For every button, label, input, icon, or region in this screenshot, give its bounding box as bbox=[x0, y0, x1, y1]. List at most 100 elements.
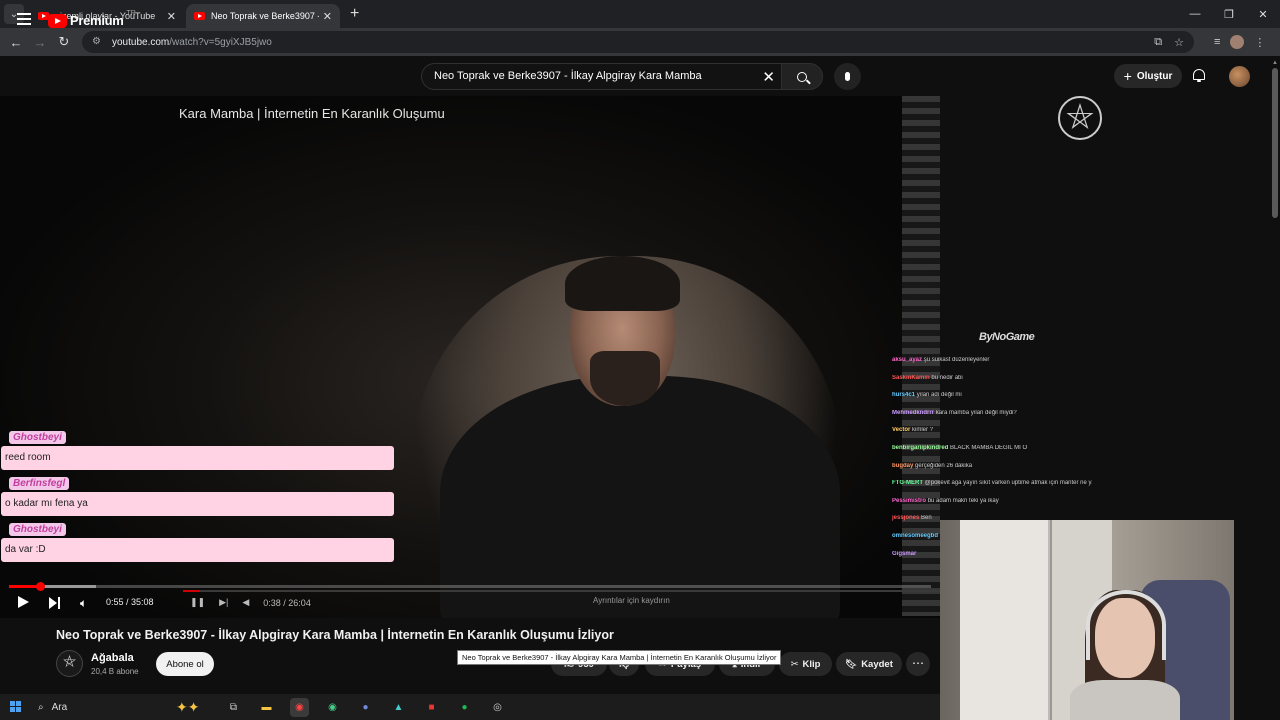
browser-toolbar: ← → ↻ ⚙ youtube.com/watch?v=5gyiXJB5jwo … bbox=[0, 28, 1280, 56]
stream-chat-text: BLACK MAMBA DEĞİL Mİ O bbox=[950, 444, 1028, 451]
create-label: Oluştur bbox=[1136, 70, 1173, 82]
video-title: Neo Toprak ve Berke3907 - İlkay Alpgiray… bbox=[56, 628, 614, 642]
stream-chat-user: Vector bbox=[892, 427, 911, 434]
clip-button[interactable]: ✂ Klip bbox=[779, 652, 832, 676]
red-app-icon[interactable]: ■ bbox=[422, 698, 441, 717]
stream-chat-row: bugday gerçeğiden 26 dakika bbox=[892, 463, 1092, 481]
stream-chat-text: kimler ? bbox=[912, 427, 934, 434]
search-button[interactable] bbox=[781, 63, 823, 90]
account-avatar[interactable] bbox=[1229, 66, 1250, 87]
stream-chat-text: bu adam makri teki ya ikay bbox=[927, 497, 999, 504]
url-text: youtube.com/watch?v=5gyiXJB5jwo bbox=[112, 36, 272, 48]
spotify-icon[interactable]: ● bbox=[455, 698, 474, 717]
progress-scrubber[interactable] bbox=[36, 582, 45, 591]
bookmark-star-icon[interactable]: ☆ bbox=[1174, 36, 1184, 49]
chrome-profile-icon[interactable]: ◉ bbox=[323, 698, 342, 717]
microphone-icon bbox=[845, 72, 850, 81]
close-tab-icon[interactable]: ✕ bbox=[167, 10, 176, 23]
scissors-icon: ✂ bbox=[790, 658, 799, 670]
notifications-bell-icon[interactable] bbox=[1193, 69, 1205, 82]
youtube-logo[interactable]: Premium TR bbox=[48, 10, 136, 28]
address-bar[interactable]: ⚙ youtube.com/watch?v=5gyiXJB5jwo ⧉ ☆ bbox=[82, 31, 1194, 53]
chat-message: da var :D bbox=[1, 538, 394, 562]
subscribe-button[interactable]: Abone ol bbox=[156, 652, 214, 676]
inner-progress-fill bbox=[183, 590, 200, 592]
inner-time: 0:38 / 26:04 bbox=[263, 597, 311, 608]
more-actions-button[interactable]: ⋯ bbox=[906, 652, 930, 676]
site-info-icon[interactable]: ⚙ bbox=[92, 36, 104, 48]
taskbar-apps: ⧉ ▬ ◉ ◉ ● ▲ ■ ● ◎ bbox=[224, 697, 507, 717]
reload-icon[interactable]: ↻ bbox=[52, 34, 76, 50]
stream-chat-row: aksu_ayaz şu suikast düzenleyenler bbox=[892, 357, 1092, 375]
subscriber-count: 20,4 B abone bbox=[91, 667, 139, 676]
install-app-icon[interactable]: ⧉ bbox=[1154, 36, 1162, 49]
stream-chat-row: hurs4c1 yılan adı değil mi bbox=[892, 392, 1092, 410]
logo-text: Premium bbox=[70, 13, 124, 28]
channel-avatar[interactable]: ⛤ bbox=[56, 650, 83, 677]
speaker-hair bbox=[565, 256, 680, 311]
forward-icon[interactable]: → bbox=[28, 35, 52, 50]
stream-chat-user: Gigsmar bbox=[892, 550, 917, 557]
tab-neo-toprak[interactable]: Neo Toprak ve Berke3907 - İlka ✕ bbox=[186, 4, 340, 28]
browser-menu-icon[interactable]: ⋮ bbox=[1254, 36, 1265, 49]
next-icon: ▶| bbox=[219, 597, 229, 607]
video-overlay-title: Kara Mamba | İnternetin En Karanlık Oluş… bbox=[179, 106, 445, 121]
chrome-icon[interactable]: ◉ bbox=[290, 697, 309, 717]
stream-chat-text: yılan adı değil mi bbox=[916, 392, 962, 399]
search-icon: ⌕ bbox=[38, 701, 44, 713]
back-icon[interactable]: ← bbox=[4, 35, 28, 50]
windows-start-icon[interactable] bbox=[10, 701, 22, 713]
chat-username: Ghostbeyi bbox=[9, 431, 66, 444]
close-window-button[interactable]: ✕ bbox=[1246, 8, 1280, 21]
obs-icon[interactable]: ◎ bbox=[488, 698, 507, 717]
clip-label: Klip bbox=[802, 658, 821, 670]
webcam-overlay bbox=[940, 520, 1234, 720]
discord-icon[interactable]: ● bbox=[356, 698, 375, 717]
save-label: Kaydet bbox=[861, 658, 893, 670]
headset bbox=[1086, 590, 1166, 660]
window-controls: — ❐ ✕ bbox=[1178, 0, 1280, 28]
inner-player-controls: ❚❚ ▶| ◀ 0:38 / 26:04 bbox=[190, 597, 311, 608]
time-display: 0:55 / 35:08 bbox=[106, 597, 154, 607]
search-input[interactable]: Neo Toprak ve Berke3907 - İlkay Alpgiray… bbox=[421, 63, 783, 90]
minimize-button[interactable]: — bbox=[1178, 8, 1212, 20]
stream-chat-text: kara mamba yılan değil miydi? bbox=[935, 409, 1017, 416]
clear-search-icon[interactable]: ✕ bbox=[762, 68, 775, 86]
stream-chat-text: @pokevit aga yayın sıkıt varken uptime a… bbox=[924, 480, 1092, 487]
restore-button[interactable]: ❐ bbox=[1212, 8, 1246, 21]
create-button[interactable]: + Oluştur bbox=[1114, 64, 1182, 88]
hamburger-menu-icon[interactable] bbox=[17, 13, 31, 25]
page-scrollbar[interactable]: ▲ bbox=[1270, 60, 1280, 700]
new-tab-button[interactable]: + bbox=[350, 5, 359, 23]
scrollbar-thumb[interactable] bbox=[1272, 68, 1278, 218]
profile-avatar-icon[interactable] bbox=[1230, 35, 1245, 49]
save-button[interactable]: 🔖︎ Kaydet bbox=[836, 652, 902, 676]
stream-chat-user: FTG-MERT bbox=[892, 480, 923, 487]
youtube-favicon-icon bbox=[194, 12, 205, 20]
play-icon[interactable] bbox=[18, 596, 29, 608]
media-controls-icon[interactable]: ≡ bbox=[1214, 36, 1220, 48]
stream-chat-text: gerçeğiden 26 dakika bbox=[915, 462, 973, 469]
chat-username: Ghostbeyi bbox=[9, 523, 66, 536]
volume-icon[interactable]: 🔈︎ bbox=[80, 596, 87, 611]
file-explorer-icon[interactable]: ▬ bbox=[257, 698, 276, 717]
speaker-body bbox=[440, 376, 840, 618]
plus-icon: + bbox=[1123, 68, 1132, 84]
progress-bar[interactable] bbox=[9, 582, 931, 591]
channel-name[interactable]: Ağabala bbox=[91, 652, 134, 664]
close-tab-icon[interactable]: ✕ bbox=[323, 10, 332, 23]
logo-country: TR bbox=[126, 10, 136, 17]
stream-chat-user: jessjones bbox=[892, 515, 920, 522]
stream-chat-text: bu nedir abi bbox=[931, 374, 963, 381]
search-icon bbox=[797, 71, 807, 82]
voice-search-button[interactable] bbox=[834, 63, 861, 90]
scroll-up-icon[interactable]: ▲ bbox=[1272, 60, 1278, 66]
title-tooltip: Neo Toprak ve Berke3907 - İlkay Alpgiray… bbox=[457, 650, 782, 665]
stream-chat-row: Vector kimler ? bbox=[892, 427, 1092, 445]
task-view-icon[interactable]: ⧉ bbox=[224, 698, 243, 717]
app-icon[interactable]: ▲ bbox=[389, 698, 408, 717]
taskbar-search-label: Ara bbox=[51, 701, 68, 713]
stream-chat-user: Mehmedkndrrr bbox=[892, 409, 935, 416]
streamer-shirt bbox=[1070, 680, 1180, 720]
next-video-icon[interactable] bbox=[49, 597, 61, 609]
